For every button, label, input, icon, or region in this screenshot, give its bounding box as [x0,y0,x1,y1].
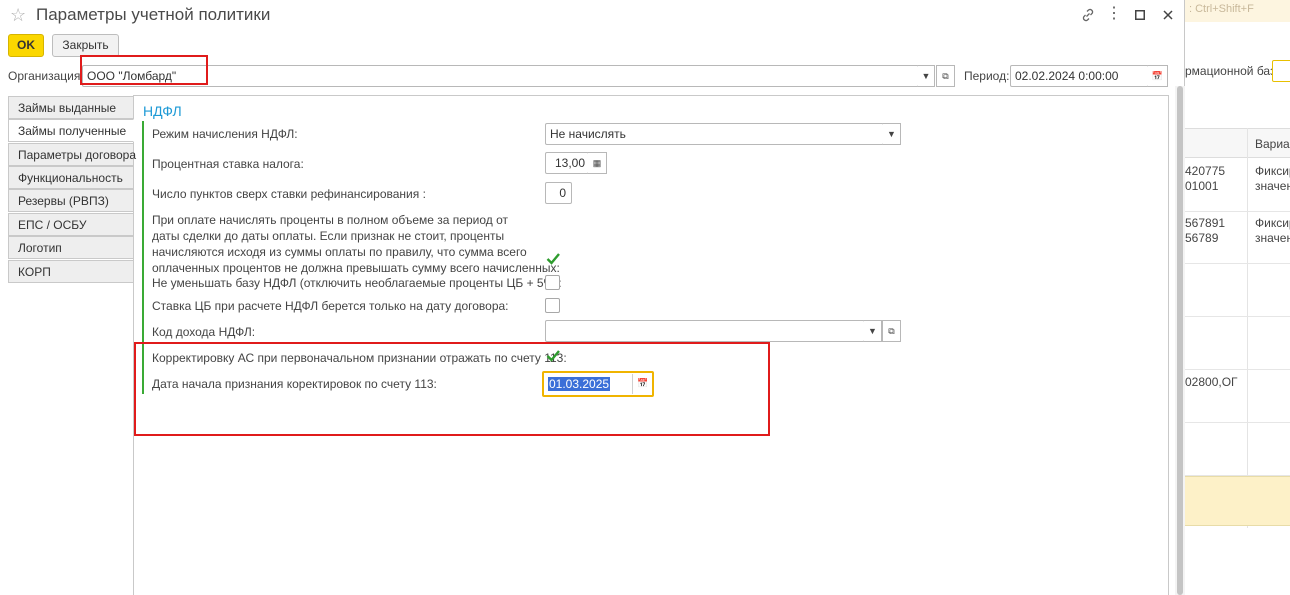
income-code-field[interactable] [545,320,865,342]
window-title: Параметры учетной политики [36,5,271,24]
background-window: : Ctrl+Shift+F рмационной базы: Вариан 4… [1185,0,1290,595]
row-code-line: 56789 [1185,231,1219,245]
table-row[interactable]: 567891 56789 Фиксир значен [1185,212,1290,264]
full-interest-checkbox[interactable] [545,251,561,267]
search-hint: : Ctrl+Shift+F [1185,0,1290,22]
period-field[interactable]: 02.02.2024 0:00:00 [1010,65,1149,87]
open-icon[interactable]: ⧉ [882,320,901,342]
tax-rate-field[interactable]: 13,00 [545,152,589,174]
highlight-correction-block [134,342,770,436]
tab-eps-osbu[interactable]: ЕПС / ОСБУ [8,213,134,236]
table-row[interactable] [1185,423,1290,476]
tab-korp[interactable]: КОРП [8,260,134,283]
organization-label: Организация: [8,69,84,83]
tab-loans-received[interactable]: Займы полученные [8,119,134,142]
row-variant-line: Фиксир [1255,164,1290,178]
no-reduce-checkbox[interactable] [545,275,560,290]
table-row[interactable]: 02800,ОГ [1185,370,1290,423]
row-variant-line: значен [1255,231,1290,245]
tab-contract-params[interactable]: Параметры договора [8,143,136,166]
star-icon[interactable]: ☆ [10,5,26,26]
full-interest-label-line: При оплате начислять проценты в полном о… [152,213,508,227]
highlight-organization [80,55,208,85]
row-code-line: 02800,ОГ [1185,375,1238,389]
full-interest-label-line: начисляются исходя из суммы оплаты по пр… [152,245,527,259]
income-code-label: Код дохода НДФЛ: [152,325,256,339]
column-header-variant[interactable]: Вариан [1255,137,1290,151]
cb-rate-checkbox[interactable] [545,298,560,313]
accrual-mode-label: Режим начисления НДФЛ: [152,127,298,141]
no-reduce-label: Не уменьшать базу НДФЛ (отключить необла… [152,276,562,290]
tab-functionality[interactable]: Функциональность [8,166,134,189]
chevron-down-icon[interactable]: ▼ [918,65,935,87]
table-header: Вариан [1185,128,1290,158]
accrual-mode-select[interactable]: Не начислять [545,123,884,145]
ok-button[interactable]: OK [8,34,44,57]
row-code-line: 420775 [1185,164,1226,178]
points-label: Число пунктов сверх ставки рефинансирова… [152,187,426,201]
full-interest-label: При оплате начислять проценты в полном о… [152,212,560,276]
full-interest-label-line: оплаченных процентов не должна превышать… [152,261,560,275]
tab-logo[interactable]: Логотип [8,236,134,259]
row-code-line: 567891 [1185,216,1226,230]
points-field[interactable]: 0 [545,182,572,204]
close-button[interactable]: Закрыть [52,34,119,57]
row-code-line: 01001 [1185,179,1219,193]
tab-reserves[interactable]: Резервы (РВПЗ) [8,189,134,212]
scrollbar-thumb[interactable] [1177,86,1183,595]
calendar-icon[interactable]: 📅 [1148,65,1168,87]
row-variant-line: Фиксир [1255,216,1290,230]
main-window: ☆ Параметры учетной политики ⋮ OK Закрыт… [0,0,1185,595]
row-variant-line: значен [1255,179,1290,193]
table-row[interactable]: 420775 01001 Фиксир значен [1185,158,1290,212]
table-row-selected[interactable] [1185,476,1290,526]
link-icon[interactable] [1077,4,1099,26]
cb-rate-label: Ставка ЦБ при расчете НДФЛ берется тольк… [152,299,509,313]
base-field[interactable] [1272,60,1290,82]
open-icon[interactable]: ⧉ [936,65,955,87]
chevron-down-icon[interactable]: ▼ [883,123,901,145]
close-icon[interactable] [1157,4,1179,26]
check-icon [546,253,560,265]
table-row[interactable] [1185,317,1290,370]
section-title: НДФЛ [143,103,182,119]
more-icon[interactable]: ⋮ [1103,4,1125,26]
period-label: Период: [964,69,1010,83]
calculator-icon[interactable]: ▦ [588,152,607,174]
maximize-icon[interactable] [1129,4,1151,26]
tab-loans-issued[interactable]: Займы выданные [8,96,134,119]
chevron-down-icon[interactable]: ▼ [864,320,882,342]
table-row[interactable] [1185,264,1290,317]
full-interest-label-line: даты сделки до даты оплаты. Если признак… [152,229,505,243]
tax-rate-label: Процентная ставка налога: [152,157,304,171]
